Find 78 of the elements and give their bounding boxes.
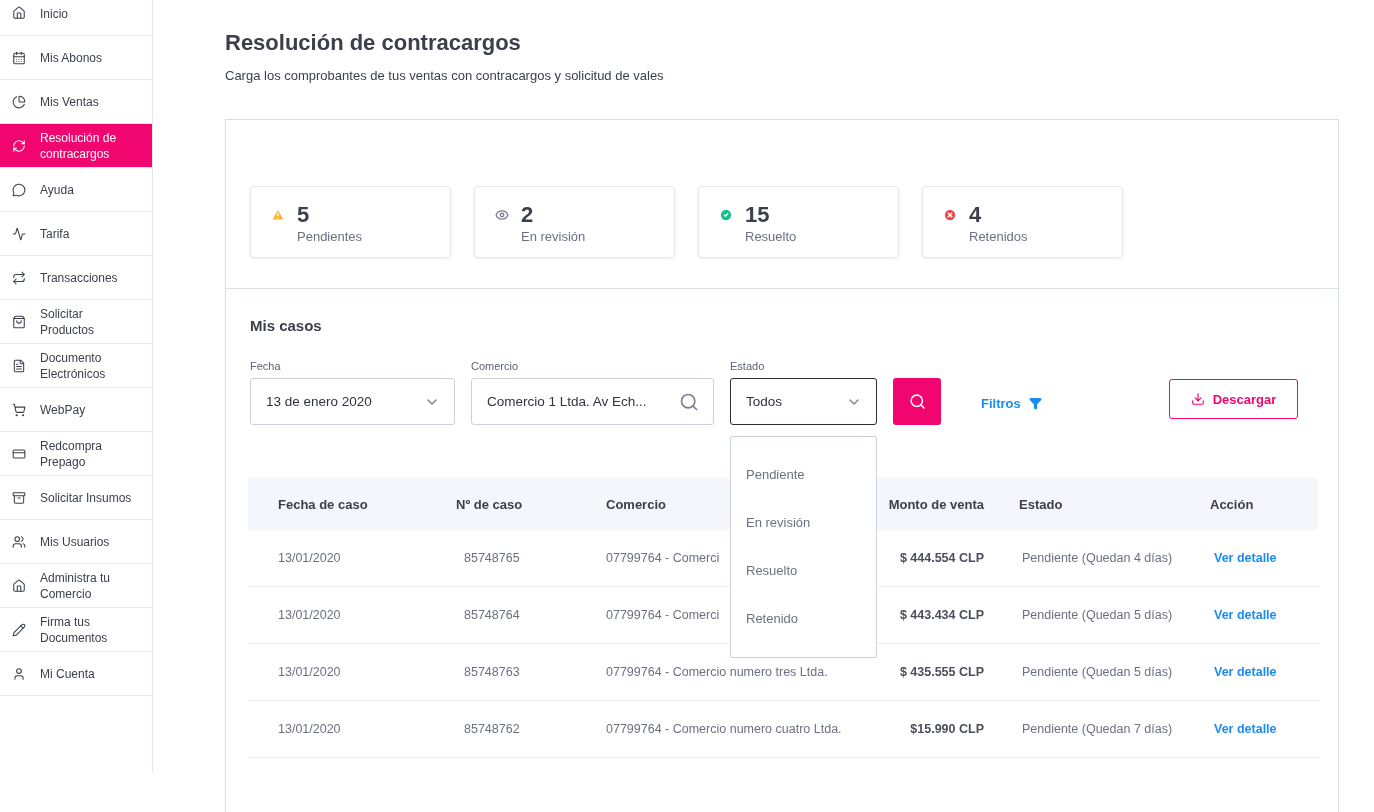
table-cell-text: 85748762: [463, 722, 520, 736]
column-header: Comercio: [606, 496, 667, 512]
details-link[interactable]: Ver detalle: [1210, 722, 1318, 736]
stat-value: 5: [297, 203, 311, 227]
table-cell: 07799764 - Comerci: [606, 608, 720, 622]
page-title: Resolución de contracargos: [225, 30, 522, 56]
house-icon: [12, 6, 26, 20]
search-button[interactable]: [893, 378, 941, 425]
table-cell: $ 443.434 CLP: [899, 608, 984, 622]
user-icon: [12, 666, 26, 681]
users-icon: [12, 534, 26, 549]
section-title: Mis casos: [250, 317, 323, 334]
table-cell: $ 444.554 CLP: [899, 551, 984, 565]
column-header: Monto de venta: [887, 496, 984, 512]
table-cell: 13/01/2020: [278, 551, 341, 565]
table-cell-text: Pendiente (Quedan 5 días): [1021, 665, 1173, 679]
stat-label: Pendientes: [297, 229, 363, 244]
table-cell-text: 85748764: [463, 608, 520, 622]
dropdown-option[interactable]: Pendiente: [746, 465, 876, 485]
card-icon: [12, 446, 26, 461]
status-select[interactable]: Todos: [730, 378, 877, 425]
column-header: Nº de caso: [456, 496, 524, 512]
dropdown-option[interactable]: Resuelto: [746, 561, 876, 581]
pulse-line-icon: [12, 226, 26, 241]
stat-label: Retenidos: [969, 229, 1028, 244]
field-label: Fecha: [250, 360, 282, 372]
eye-icon: [495, 208, 509, 222]
stat-label: Resuelto: [745, 229, 797, 244]
download-icon: [1190, 392, 1205, 406]
table-cell-text: 85748765: [463, 551, 520, 565]
pie-chart-icon: [12, 94, 26, 109]
table-cell: 07799764 - Comerci: [606, 551, 720, 565]
cart-icon: [12, 402, 26, 417]
stat-value: 2: [521, 203, 535, 227]
calendar-icon: [12, 50, 26, 65]
column-header: Estado: [1018, 496, 1064, 512]
bag-icon: [12, 314, 26, 329]
swap-arrows-icon: [12, 270, 26, 285]
stat-value: 4: [969, 203, 983, 227]
table-cell: 07799764 - Comercio numero cuatro Ltda.: [606, 722, 842, 736]
details-link[interactable]: Ver detalle: [1210, 665, 1318, 679]
table-cell-text: Pendiente (Quedan 7 días): [1021, 722, 1173, 736]
table-cell: 13/01/2020: [278, 608, 341, 622]
house-icon: [12, 578, 26, 593]
column-header: Fecha de caso: [278, 496, 369, 512]
search-icon: [908, 393, 926, 410]
chat-bubble-icon: [12, 182, 26, 197]
stat-value: 15: [745, 203, 771, 227]
funnel-icon: [1028, 397, 1042, 410]
table-cell: 13/01/2020: [278, 722, 341, 736]
table-cell-text: Pendiente (Quedan 5 días): [1021, 608, 1173, 622]
field-label: Estado: [730, 360, 766, 372]
dropdown-option[interactable]: En revisión: [746, 513, 876, 533]
table-cell: $ 435.555 CLP: [899, 665, 984, 679]
details-link[interactable]: Ver detalle: [1210, 551, 1318, 565]
table-cell: $15.990 CLP: [910, 722, 984, 736]
sidebar-item[interactable]: Resolución de contracargos: [0, 124, 152, 168]
pencil-icon: [12, 622, 26, 637]
table-cell-text: Pendiente (Quedan 4 días): [1021, 551, 1173, 565]
date-select[interactable]: 13 de enero 2020: [250, 378, 455, 425]
table-cell-text: 85748763: [463, 665, 520, 679]
check-circle-icon: [719, 208, 733, 222]
search-icon: [679, 391, 699, 412]
details-link[interactable]: Ver detalle: [1210, 608, 1318, 622]
dropdown-option[interactable]: Retenido: [746, 609, 876, 629]
archive-box-icon: [12, 490, 26, 505]
field-label: Comercio: [471, 360, 520, 372]
search-field[interactable]: Comercio 1 Ltda. Av Ech...: [471, 378, 714, 425]
document-icon: [12, 358, 26, 373]
table-cell: 07799764 - Comercio numero tres Ltda.: [606, 665, 828, 679]
table-cell: 13/01/2020: [278, 665, 341, 679]
page-subtitle: Carga los comprobantes de tus ventas con contracargos y solicitud de vales: [225, 68, 665, 83]
x-circle-icon: [943, 208, 957, 222]
stat-label: En revisión: [521, 229, 586, 244]
download-button[interactable]: Descargar: [1169, 379, 1298, 419]
warning-icon: [271, 208, 285, 222]
column-header: Acción: [1210, 496, 1255, 512]
refresh-icon: [12, 138, 26, 153]
